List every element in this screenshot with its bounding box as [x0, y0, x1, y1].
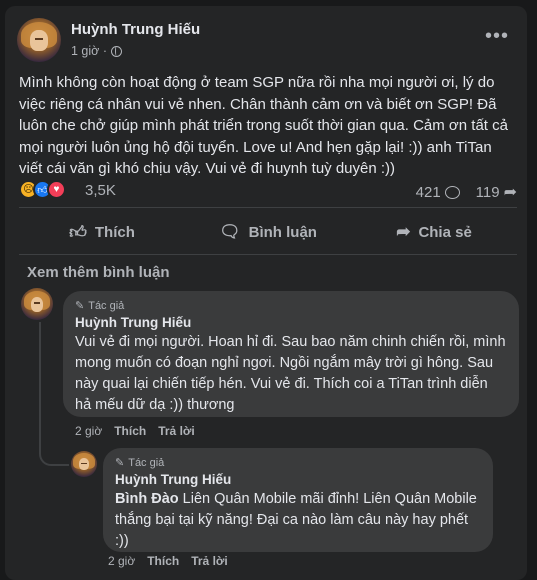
- author-badge: ✎ Tác giả: [115, 456, 481, 470]
- author-badge-label: Tác giả: [128, 456, 165, 469]
- reaction-icons[interactable]: ☹ 👍︎ ♥: [19, 180, 66, 199]
- share-count-icon: ➦: [503, 184, 517, 201]
- reply-reply-link[interactable]: Trả lời: [191, 554, 228, 568]
- reply-time[interactable]: 2 giờ: [108, 554, 135, 568]
- author-badge: ✎ Tác giả: [75, 299, 507, 313]
- reaction-count[interactable]: 3,5K: [85, 182, 116, 199]
- reply-text: Bình Đào Liên Quân Mobile mãi đỉnh! Liên…: [115, 489, 481, 552]
- share-label: Chia sẻ: [418, 223, 472, 241]
- like-button[interactable]: 👍︎ Thích: [19, 213, 185, 251]
- comment-label: Bình luận: [248, 223, 317, 241]
- post-stats: 421 119 ➦: [416, 182, 517, 202]
- pencil-icon: ✎: [115, 457, 125, 469]
- avatar[interactable]: [17, 18, 61, 62]
- comment-button[interactable]: 🗨︎ Bình luận: [185, 213, 351, 251]
- comment-text: Vui vẻ đi mọi người. Hoan hỉ đi. Sau bao…: [75, 334, 506, 413]
- like-label: Thích: [94, 223, 135, 241]
- divider: [19, 254, 517, 255]
- share-count[interactable]: 119: [476, 184, 500, 201]
- reply-like-link[interactable]: Thích: [147, 554, 179, 568]
- comment-avatar[interactable]: [21, 288, 53, 320]
- author-name[interactable]: Huỳnh Trung Hiếu: [71, 21, 200, 38]
- comment-actions: 2 giờ Thích Trả lời: [75, 424, 195, 438]
- comment-reply-link[interactable]: Trả lời: [158, 424, 195, 438]
- comment-like-link[interactable]: Thích: [114, 424, 146, 438]
- reply-avatar[interactable]: [71, 451, 97, 477]
- post-timestamp[interactable]: 1 giờ ·: [71, 44, 122, 58]
- comment-bubble: ✎ Tác giả Huỳnh Trung Hiếu Vui vẻ đi mọi…: [63, 291, 519, 417]
- mention-link[interactable]: Bình Đào: [115, 491, 179, 507]
- more-options-button[interactable]: •••: [485, 26, 509, 46]
- see-more-comments-link[interactable]: Xem thêm bình luận: [27, 264, 170, 281]
- globe-icon: [111, 45, 122, 57]
- reactions-bar: ☹ 👍︎ ♥ 3,5K 421 119 ➦: [19, 179, 517, 203]
- author-badge-label: Tác giả: [88, 299, 125, 312]
- reply-bubble: ✎ Tác giả Huỳnh Trung Hiếu Bình Đào Liên…: [103, 448, 493, 552]
- comment-icon: 🗨︎: [219, 222, 241, 241]
- post-card: Huỳnh Trung Hiếu 1 giờ · ••• Mình không …: [5, 6, 527, 580]
- comment-count[interactable]: 421: [416, 184, 441, 201]
- comment-time[interactable]: 2 giờ: [75, 424, 102, 438]
- pencil-icon: ✎: [75, 300, 85, 312]
- time-label[interactable]: 1 giờ ·: [71, 44, 107, 58]
- post-text: Mình không còn hoạt động ở team SGP nữa …: [19, 74, 508, 177]
- thumbs-up-icon: 👍︎: [69, 222, 87, 242]
- share-icon: ➦: [396, 222, 411, 241]
- reply-author-name[interactable]: Huỳnh Trung Hiếu: [115, 472, 481, 487]
- comment-count-icon: [444, 185, 460, 199]
- love-reaction-icon: ♥: [47, 180, 66, 199]
- comment-author-name[interactable]: Huỳnh Trung Hiếu: [75, 315, 507, 330]
- reply-actions: 2 giờ Thích Trả lời: [108, 554, 228, 568]
- share-button[interactable]: ➦ Chia sẻ: [351, 213, 517, 251]
- post-header: Huỳnh Trung Hiếu 1 giờ · •••: [17, 18, 515, 62]
- action-bar: 👍︎ Thích 🗨︎ Bình luận ➦ Chia sẻ: [19, 213, 517, 251]
- divider: [19, 207, 517, 208]
